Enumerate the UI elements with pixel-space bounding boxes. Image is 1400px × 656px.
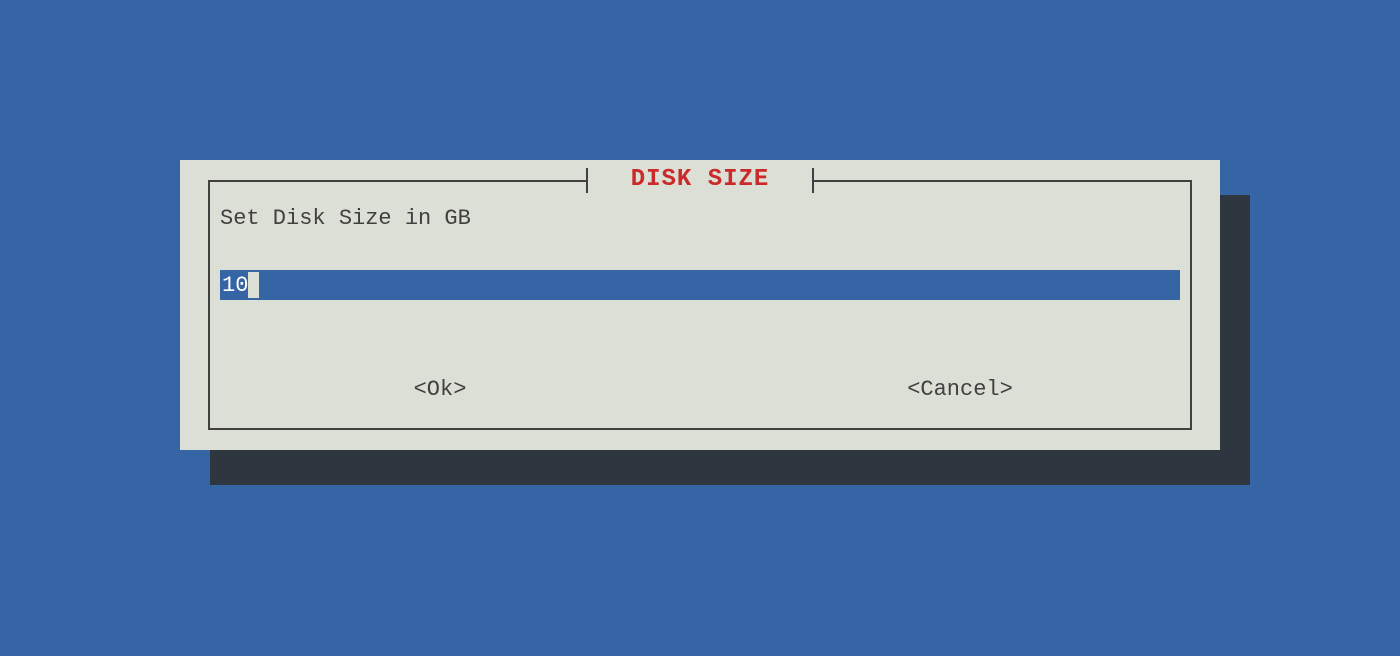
input-value: 10 [222, 273, 248, 298]
text-cursor [248, 272, 259, 298]
cancel-button[interactable]: <Cancel> [700, 377, 1220, 402]
button-row: <Ok> <Cancel> [180, 377, 1220, 402]
dialog-title: DISK SIZE [180, 166, 1220, 193]
ok-button[interactable]: <Ok> [180, 377, 700, 402]
disk-size-input[interactable]: 10 [220, 270, 1180, 300]
dialog-prompt: Set Disk Size in GB [220, 206, 471, 231]
disk-size-dialog: DISK SIZE Set Disk Size in GB 10 <Ok> <C… [180, 160, 1220, 450]
border-decoration [208, 428, 1192, 430]
